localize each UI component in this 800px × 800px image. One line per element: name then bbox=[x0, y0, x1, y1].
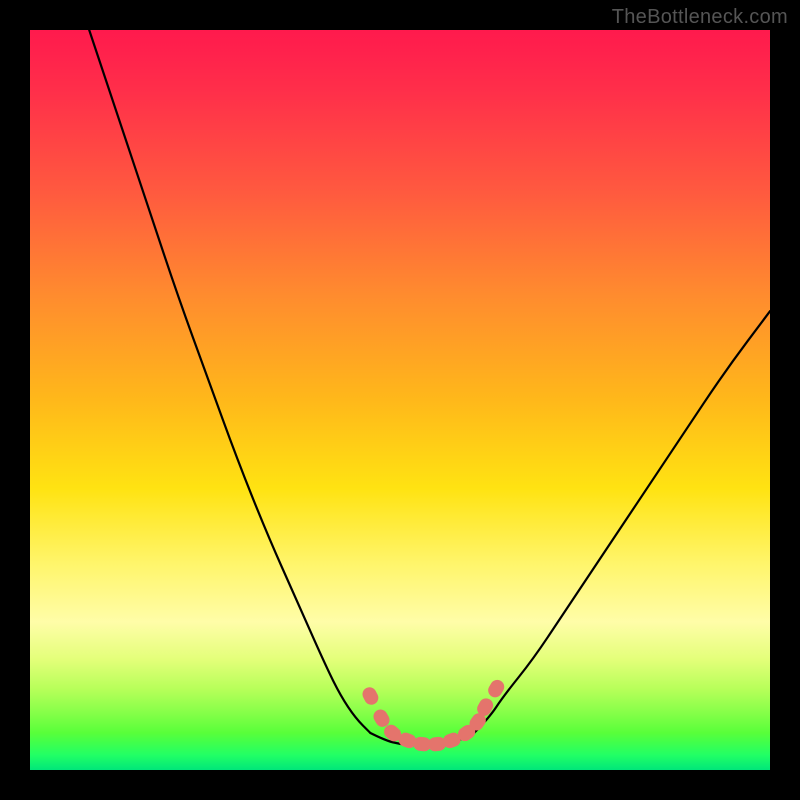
plot-area bbox=[30, 30, 770, 770]
attribution-label: TheBottleneck.com bbox=[612, 6, 788, 29]
chart-frame: TheBottleneck.com bbox=[0, 0, 800, 800]
left-curve bbox=[89, 30, 370, 733]
curve-svg bbox=[30, 30, 770, 770]
right-curve bbox=[474, 311, 770, 733]
marker-point bbox=[360, 685, 381, 707]
marker-group bbox=[360, 677, 507, 752]
